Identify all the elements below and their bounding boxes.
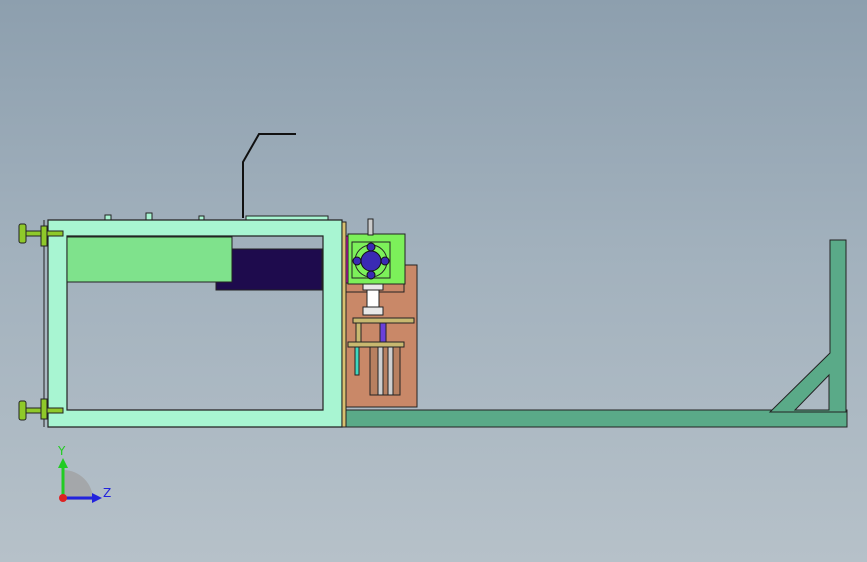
- shaft-collar: [362, 306, 384, 316]
- shaft-coupling: [362, 283, 384, 291]
- cylinder-body: [369, 346, 401, 396]
- guide-post: [355, 322, 362, 344]
- rotor-lobe: [380, 256, 390, 266]
- bottom-rail[interactable]: [345, 409, 848, 428]
- motor-spindle: [367, 218, 374, 236]
- rotor-core: [360, 250, 382, 272]
- frame-side-strip: [341, 221, 347, 428]
- z-arrow-icon: [92, 493, 102, 503]
- rotor-lobe: [366, 270, 376, 280]
- triad-plane-icon: [63, 470, 93, 500]
- upper-slide-plate: [352, 317, 415, 324]
- cylinder-rod: [377, 346, 384, 396]
- cyan-rod: [354, 346, 360, 376]
- orientation-triad[interactable]: Y Z: [57, 444, 111, 503]
- cad-viewport[interactable]: Y Z: [0, 0, 867, 562]
- triad-origin-icon: [59, 494, 67, 502]
- end-support[interactable]: [768, 239, 847, 413]
- y-axis-label: Y: [57, 444, 66, 458]
- rotor-lobe: [352, 256, 362, 266]
- y-arrow-icon: [58, 458, 68, 468]
- shaft: [366, 289, 380, 308]
- z-axis-label: Z: [103, 486, 111, 500]
- model-canvas[interactable]: Y Z: [0, 0, 867, 562]
- purple-rod: [379, 322, 387, 344]
- bent-rod: [242, 133, 296, 218]
- inner-green-block: [66, 236, 233, 283]
- rotor-lobe: [366, 242, 376, 252]
- cylinder-rod: [387, 346, 394, 396]
- lower-slide-plate: [347, 341, 405, 348]
